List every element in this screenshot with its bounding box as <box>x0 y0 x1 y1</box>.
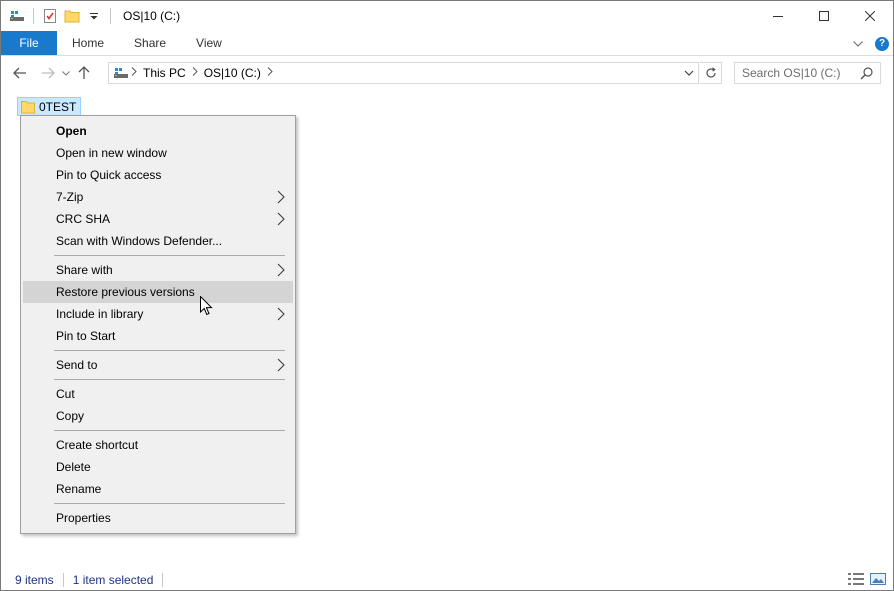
menu-item-cut[interactable]: Cut <box>23 383 293 405</box>
status-item-count: 9 items <box>15 572 54 587</box>
menu-item-label: Delete <box>56 460 91 474</box>
menu-item-label: 7-Zip <box>56 190 84 204</box>
details-view-icon[interactable] <box>847 571 865 587</box>
address-history-chevron-icon[interactable] <box>684 66 694 83</box>
forward-arrow-icon[interactable] <box>37 62 59 84</box>
breadcrumb-separator-icon[interactable] <box>192 67 198 79</box>
folder-label: 0TEST <box>39 99 77 114</box>
search-icon[interactable] <box>860 66 874 83</box>
search-input[interactable] <box>742 66 860 80</box>
status-separator <box>162 572 164 587</box>
menu-separator <box>54 350 285 351</box>
tab-home[interactable]: Home <box>57 31 119 55</box>
submenu-arrow-icon <box>277 190 285 207</box>
menu-item-label: Create shortcut <box>56 438 139 452</box>
tab-file[interactable]: File <box>1 31 57 55</box>
window-title: OS|10 (C:) <box>123 9 181 23</box>
menu-item-label: Properties <box>56 511 111 525</box>
menu-item-share-with[interactable]: Share with <box>23 259 293 281</box>
menu-separator <box>54 430 285 431</box>
status-selection: 1 item selected <box>72 572 154 587</box>
menu-separator <box>54 379 285 380</box>
menu-item-copy[interactable]: Copy <box>23 405 293 427</box>
breadcrumb-separator-icon[interactable] <box>131 67 137 79</box>
submenu-arrow-icon <box>277 263 285 280</box>
recent-locations-chevron-icon[interactable] <box>59 62 73 84</box>
breadcrumb-separator-icon[interactable] <box>267 67 273 79</box>
menu-item-pin-start[interactable]: Pin to Start <box>23 325 293 347</box>
qat-separator-2 <box>110 8 111 24</box>
qat-separator <box>33 8 34 24</box>
menu-item-scan-defender[interactable]: Scan with Windows Defender... <box>23 230 293 252</box>
menu-item-label: Restore previous versions <box>56 285 195 299</box>
menu-item-open[interactable]: Open <box>23 120 293 142</box>
breadcrumb-this-pc[interactable]: This PC <box>143 66 186 80</box>
minimize-button[interactable] <box>755 1 801 31</box>
submenu-arrow-icon <box>277 358 285 375</box>
quick-access-toolbar <box>1 1 119 31</box>
search-box[interactable] <box>734 62 881 84</box>
menu-item-rename[interactable]: Rename <box>23 478 293 500</box>
menu-item-create-shortcut[interactable]: Create shortcut <box>23 434 293 456</box>
drive-icon[interactable] <box>9 8 25 24</box>
menu-item-label: Rename <box>56 482 102 496</box>
menu-item-label: Cut <box>56 387 75 401</box>
ribbon-right-controls: ? <box>849 31 889 56</box>
breadcrumb-drive[interactable]: OS|10 (C:) <box>204 66 261 80</box>
tab-view[interactable]: View <box>181 31 237 55</box>
up-arrow-icon[interactable] <box>73 62 95 84</box>
menu-item-send-to[interactable]: Send to <box>23 354 293 376</box>
maximize-button[interactable] <box>801 1 847 31</box>
menu-separator <box>54 255 285 256</box>
address-bar[interactable]: This PC OS|10 (C:) <box>108 62 699 84</box>
back-arrow-icon[interactable] <box>9 62 31 84</box>
close-button[interactable] <box>847 1 893 31</box>
explorer-window: OS|10 (C:) File Home Share View ? This P… <box>0 0 894 591</box>
menu-item-label: Open <box>56 124 87 138</box>
menu-item-label: Open in new window <box>56 146 167 160</box>
view-toggle-buttons <box>843 571 887 587</box>
menu-item-delete[interactable]: Delete <box>23 456 293 478</box>
status-bar: 9 items 1 item selected <box>1 569 893 590</box>
menu-item-include-library[interactable]: Include in library <box>23 303 293 325</box>
menu-item-open-new-window[interactable]: Open in new window <box>23 142 293 164</box>
title-bar: OS|10 (C:) <box>1 1 893 31</box>
navigation-bar: This PC OS|10 (C:) <box>1 57 893 89</box>
menu-item-7zip[interactable]: 7-Zip <box>23 186 293 208</box>
menu-item-restore-previous-versions[interactable]: Restore previous versions <box>23 281 293 303</box>
status-separator <box>62 572 64 587</box>
folder-icon <box>21 100 35 114</box>
submenu-arrow-icon <box>277 307 285 324</box>
mouse-cursor-icon <box>200 295 213 319</box>
menu-item-label: CRC SHA <box>56 212 111 226</box>
menu-item-label: Copy <box>56 409 85 423</box>
menu-item-label: Include in library <box>56 307 144 321</box>
customize-qat-icon[interactable] <box>86 8 102 24</box>
refresh-icon[interactable] <box>700 62 722 84</box>
menu-item-label: Pin to Start <box>56 329 116 343</box>
help-icon[interactable]: ? <box>875 36 889 51</box>
menu-item-crc-sha[interactable]: CRC SHA <box>23 208 293 230</box>
ribbon-tabs: File Home Share View ? <box>1 31 893 56</box>
new-folder-icon[interactable] <box>64 8 80 24</box>
properties-icon[interactable] <box>42 8 58 24</box>
menu-item-pin-quick-access[interactable]: Pin to Quick access <box>23 164 293 186</box>
expand-ribbon-chevron-icon[interactable] <box>849 35 867 53</box>
window-controls <box>755 1 893 31</box>
menu-separator <box>54 503 285 504</box>
context-menu: Open Open in new window Pin to Quick acc… <box>20 115 296 534</box>
submenu-arrow-icon <box>277 212 285 229</box>
large-icons-view-icon[interactable] <box>869 571 887 587</box>
menu-item-label: Scan with Windows Defender... <box>56 234 223 248</box>
menu-item-label: Send to <box>56 358 98 372</box>
menu-item-label: Share with <box>56 263 113 277</box>
tab-share[interactable]: Share <box>119 31 181 55</box>
folder-item-selected[interactable]: 0TEST <box>17 97 82 116</box>
menu-item-properties[interactable]: Properties <box>23 507 293 529</box>
menu-item-label: Pin to Quick access <box>56 168 162 182</box>
this-pc-drive-icon <box>113 66 129 80</box>
